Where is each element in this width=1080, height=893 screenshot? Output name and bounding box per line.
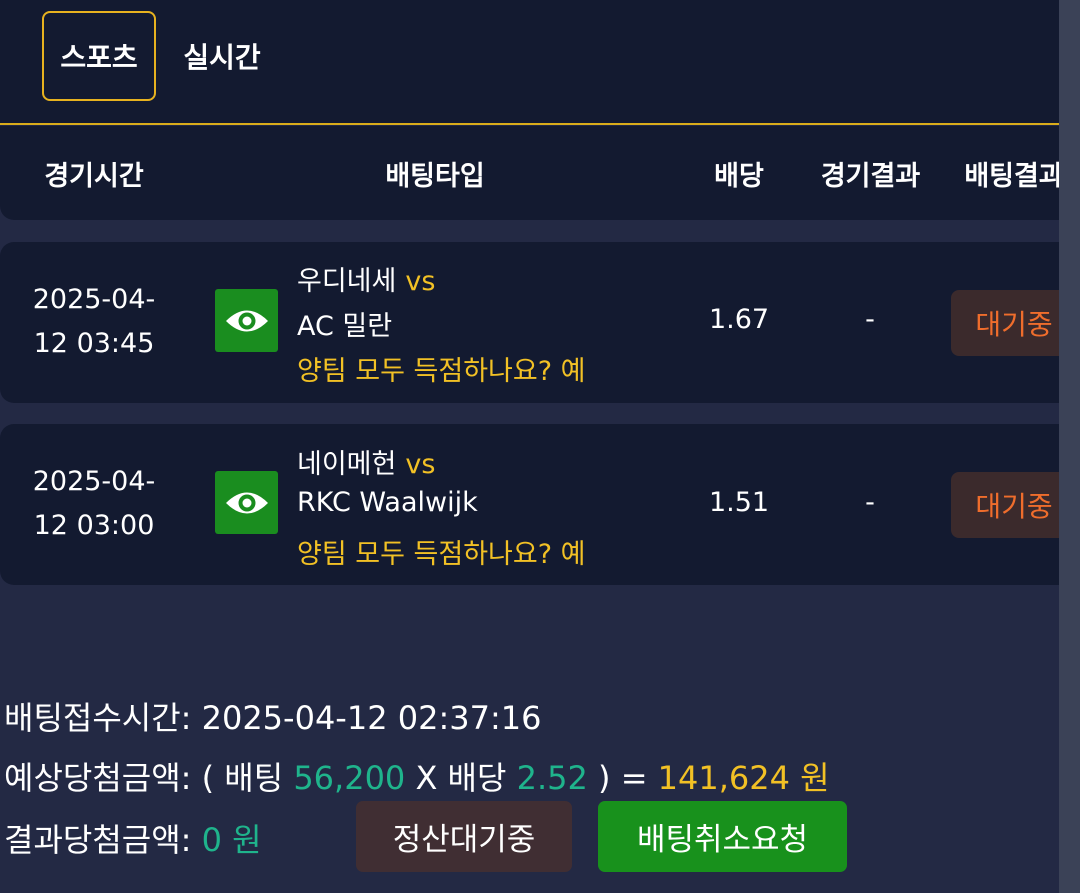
tab-sports[interactable]: 스포츠	[42, 11, 156, 101]
stake-amount: 56,200	[293, 759, 406, 797]
bet-market: 양팀 모두 득점하나요? 예	[297, 539, 586, 570]
match-time: 2025-04- 12 03:00	[18, 460, 170, 548]
scrollbar[interactable]	[1059, 0, 1080, 893]
home-team: 네이메헌 vs	[297, 442, 435, 481]
match-time: 2025-04- 12 03:45	[18, 278, 170, 366]
actual-win-amount: 0 원	[201, 821, 262, 859]
home-team-name: 네이메헌	[297, 449, 397, 480]
received-time-line: 배팅접수시간: 2025-04-12 02:37:16	[4, 693, 541, 739]
column-header-game-result: 경기결과	[820, 160, 921, 192]
match-clock: 12 03:45	[33, 328, 155, 359]
home-team-name: 우디네세	[297, 266, 397, 297]
bet-market: 양팀 모두 득점하나요? 예	[297, 356, 586, 387]
home-team: 우디네세 vs	[297, 259, 435, 298]
expected-win-line: 예상당첨금액: ( 배팅 56,200 X 배당 2.52 ) = 141,62…	[4, 753, 830, 799]
expected-amount: 141,624 원	[657, 759, 830, 797]
table-row: 2025-04- 12 03:45 우디네세 vs AC 밀란 양팀 모두 득점하…	[0, 242, 1077, 403]
received-time-label: 배팅접수시간:	[4, 699, 192, 737]
received-time-value: 2025-04-12 02:37:16	[201, 699, 542, 737]
column-header-time: 경기시간	[44, 160, 144, 192]
cancel-bet-request-button[interactable]: 배팅취소요청	[598, 801, 847, 872]
match-date: 2025-04-	[32, 284, 156, 315]
match-date: 2025-04-	[32, 466, 156, 497]
odds-value: 1.67	[708, 304, 770, 335]
table-row: 2025-04- 12 03:00 네이메헌 vs RKC Waalwijk 양팀…	[0, 424, 1077, 585]
times-odds-label: X 배당	[415, 759, 507, 797]
expected-win-label: 예상당첨금액:	[4, 759, 192, 797]
vs-label: vs	[405, 449, 436, 480]
settlement-pending-button[interactable]: 정산대기중	[356, 801, 572, 872]
vs-label: vs	[405, 266, 436, 297]
eye-icon[interactable]	[215, 471, 278, 534]
table-header: 경기시간 배팅타입 배당 경기결과 배팅결과	[0, 126, 1076, 220]
actual-win-label: 결과당첨금액:	[4, 821, 192, 859]
column-header-odds: 배당	[714, 160, 764, 192]
match-clock: 12 03:00	[33, 510, 155, 541]
expected-open: ( 배팅	[201, 759, 284, 797]
game-result: -	[865, 487, 875, 518]
expected-close: ) =	[598, 759, 648, 797]
odds-value: 1.51	[708, 487, 770, 518]
top-tab-bar: 스포츠 실시간	[0, 0, 1062, 125]
tab-live[interactable]: 실시간	[170, 11, 274, 101]
actual-win-line: 결과당첨금액: 0 원	[4, 815, 262, 861]
away-team: AC 밀란	[297, 311, 393, 342]
away-team: RKC Waalwijk	[297, 487, 478, 518]
total-odds: 2.52	[516, 759, 588, 797]
game-result: -	[865, 304, 875, 335]
column-header-bet-type: 배팅타입	[385, 160, 485, 192]
eye-icon[interactable]	[215, 289, 278, 352]
